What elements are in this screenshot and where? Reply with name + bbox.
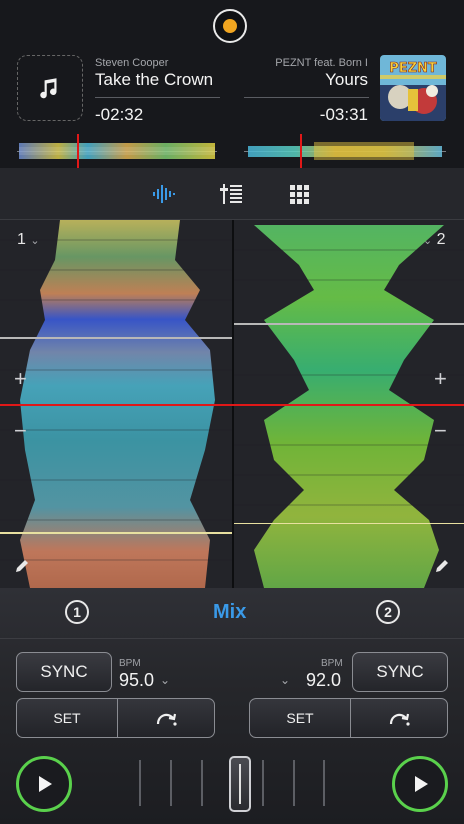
deck1-indicator[interactable]: 1 bbox=[65, 600, 89, 624]
deck1-bpm-value[interactable]: 95.0 bbox=[119, 670, 154, 691]
grid-pads-icon[interactable] bbox=[287, 182, 313, 206]
crossfader-tick bbox=[170, 760, 172, 806]
deck1-sync-button[interactable]: SYNC bbox=[16, 652, 112, 692]
deck2-cue-controls: SET bbox=[249, 698, 448, 738]
logo-button[interactable] bbox=[213, 9, 247, 43]
deck1-bpm-label: BPM bbox=[119, 658, 141, 669]
chevron-down-icon: ⌄ bbox=[423, 235, 433, 247]
deck2-number: 2 bbox=[436, 231, 446, 248]
playhead-line bbox=[0, 404, 464, 406]
mixer-divider bbox=[0, 638, 464, 639]
deck1-divider bbox=[95, 97, 220, 98]
deck2-play-button[interactable] bbox=[392, 756, 448, 812]
deck2-artwork[interactable]: PEZNT bbox=[380, 55, 446, 121]
album-cover-text: PEZNT bbox=[389, 61, 437, 76]
view-tabs bbox=[0, 168, 464, 220]
waveform-icon[interactable] bbox=[151, 182, 177, 206]
album-cover-image: PEZNT bbox=[380, 55, 446, 121]
music-note-icon bbox=[40, 78, 57, 99]
deck1-overview-playhead bbox=[77, 134, 79, 168]
deck1-title: Take the Crown bbox=[95, 70, 214, 89]
deck1-number: 1 bbox=[17, 231, 26, 248]
play-icon bbox=[415, 776, 428, 792]
deck2-overview-playhead bbox=[300, 134, 302, 168]
pencil-icon[interactable] bbox=[14, 558, 30, 574]
play-icon bbox=[39, 776, 52, 792]
deck1-cue-controls: SET bbox=[16, 698, 215, 738]
deck1-zoom-out-button[interactable]: − bbox=[14, 418, 27, 444]
deck2-cue-marker bbox=[234, 523, 464, 524]
deck2-beat-marker bbox=[234, 323, 464, 325]
deck1-remaining-time: -02:32 bbox=[95, 105, 144, 124]
deck2-bpm-label: BPM bbox=[321, 658, 343, 669]
crossfader-tick bbox=[323, 760, 325, 806]
deck2-bpm-value[interactable]: 92.0 bbox=[306, 670, 341, 691]
deck1-overview-waveform[interactable] bbox=[17, 134, 217, 168]
deck1-artwork-placeholder[interactable] bbox=[17, 55, 83, 121]
chevron-down-icon: ⌄ bbox=[30, 235, 40, 247]
mix-tab[interactable]: Mix bbox=[213, 601, 246, 624]
deck2-indicator[interactable]: 2 bbox=[376, 600, 400, 624]
orange-dot-icon bbox=[223, 19, 237, 33]
pencil-icon[interactable] bbox=[434, 558, 450, 574]
deck1-play-button[interactable] bbox=[16, 756, 72, 812]
deck2-zoom-in-button[interactable]: + bbox=[434, 366, 447, 392]
crossfader-tick bbox=[139, 760, 141, 806]
deck1-cue-marker bbox=[0, 532, 232, 534]
deck2-artist: PEZNT feat. Born I bbox=[275, 57, 368, 69]
deck1-set-button[interactable]: SET bbox=[17, 699, 117, 737]
deck2-overview-waveform[interactable] bbox=[244, 134, 446, 168]
deck2-loop-button[interactable] bbox=[351, 699, 448, 737]
chevron-down-icon[interactable]: ⌄ bbox=[160, 673, 170, 687]
deck1-artist: Steven Cooper bbox=[95, 57, 169, 69]
deck1-loop-button[interactable] bbox=[118, 699, 215, 737]
deck1-zoom-in-button[interactable]: + bbox=[14, 366, 27, 392]
deck2-set-button[interactable]: SET bbox=[250, 699, 350, 737]
chevron-down-icon[interactable]: ⌄ bbox=[280, 673, 290, 687]
eq-sliders-icon[interactable] bbox=[219, 182, 245, 206]
crossfader-knob[interactable] bbox=[229, 756, 251, 812]
deck1-selector[interactable]: 1 ⌄ bbox=[17, 231, 40, 249]
deck2-sync-button[interactable]: SYNC bbox=[352, 652, 448, 692]
crossfader-tick bbox=[201, 760, 203, 806]
deck1-beat-marker bbox=[0, 337, 232, 339]
deck2-title: Yours bbox=[325, 70, 368, 89]
loop-arrow-icon bbox=[389, 713, 410, 726]
crossfader-tick bbox=[293, 760, 295, 806]
deck2-selector[interactable]: ⌄ 2 bbox=[423, 231, 446, 249]
deck2-zoom-out-button[interactable]: − bbox=[434, 418, 447, 444]
track-info-header: Steven Cooper Take the Crown -02:32 PEZN… bbox=[0, 0, 464, 168]
deck2-remaining-time: -03:31 bbox=[319, 105, 368, 124]
crossfader-tick bbox=[262, 760, 264, 806]
deck2-divider bbox=[244, 97, 369, 98]
loop-arrow-icon bbox=[156, 713, 177, 726]
